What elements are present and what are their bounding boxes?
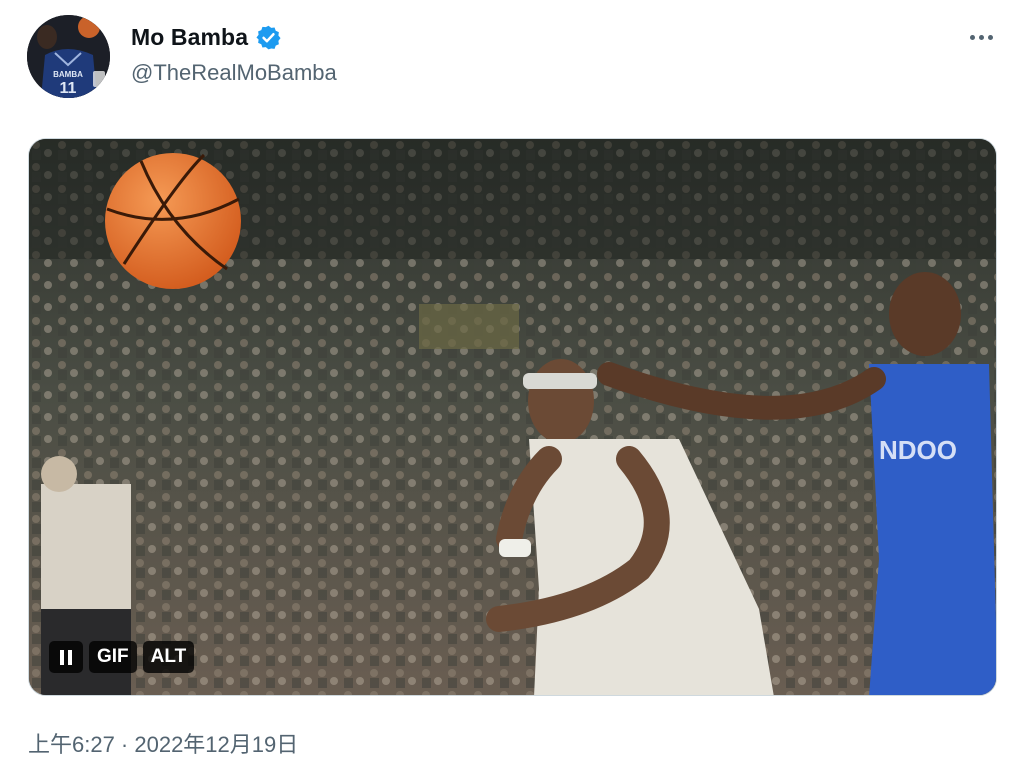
pause-button[interactable]	[49, 641, 83, 673]
pause-icon	[60, 649, 72, 665]
avatar[interactable]: BAMBA 11	[27, 15, 110, 98]
author-handle[interactable]: @TheRealMoBamba	[131, 60, 337, 86]
gif-badge: GIF	[89, 641, 137, 673]
gif-controls: GIF ALT	[49, 641, 195, 673]
gif-frame-image: NDOO	[29, 139, 996, 695]
avatar-image: BAMBA 11	[27, 15, 110, 98]
avatar-jersey-number: 11	[60, 80, 77, 97]
svg-text:NDOO: NDOO	[879, 435, 957, 465]
avatar-jersey-name: BAMBA	[53, 70, 83, 79]
gif-media[interactable]: NDOO GIF ALT	[28, 138, 997, 696]
more-options-icon	[969, 34, 975, 40]
verified-badge-icon	[255, 24, 282, 51]
tweet-card: BAMBA 11 Mo Bamba @TheRealMoBamba NDOO G…	[0, 0, 1024, 781]
author-display-name[interactable]: Mo Bamba	[131, 24, 248, 51]
more-options-button[interactable]	[966, 24, 996, 50]
author-name-row[interactable]: Mo Bamba	[131, 24, 282, 51]
alt-badge[interactable]: ALT	[142, 641, 195, 673]
tweet-timestamp[interactable]: 上午6:27 · 2022年12月19日	[28, 727, 298, 759]
